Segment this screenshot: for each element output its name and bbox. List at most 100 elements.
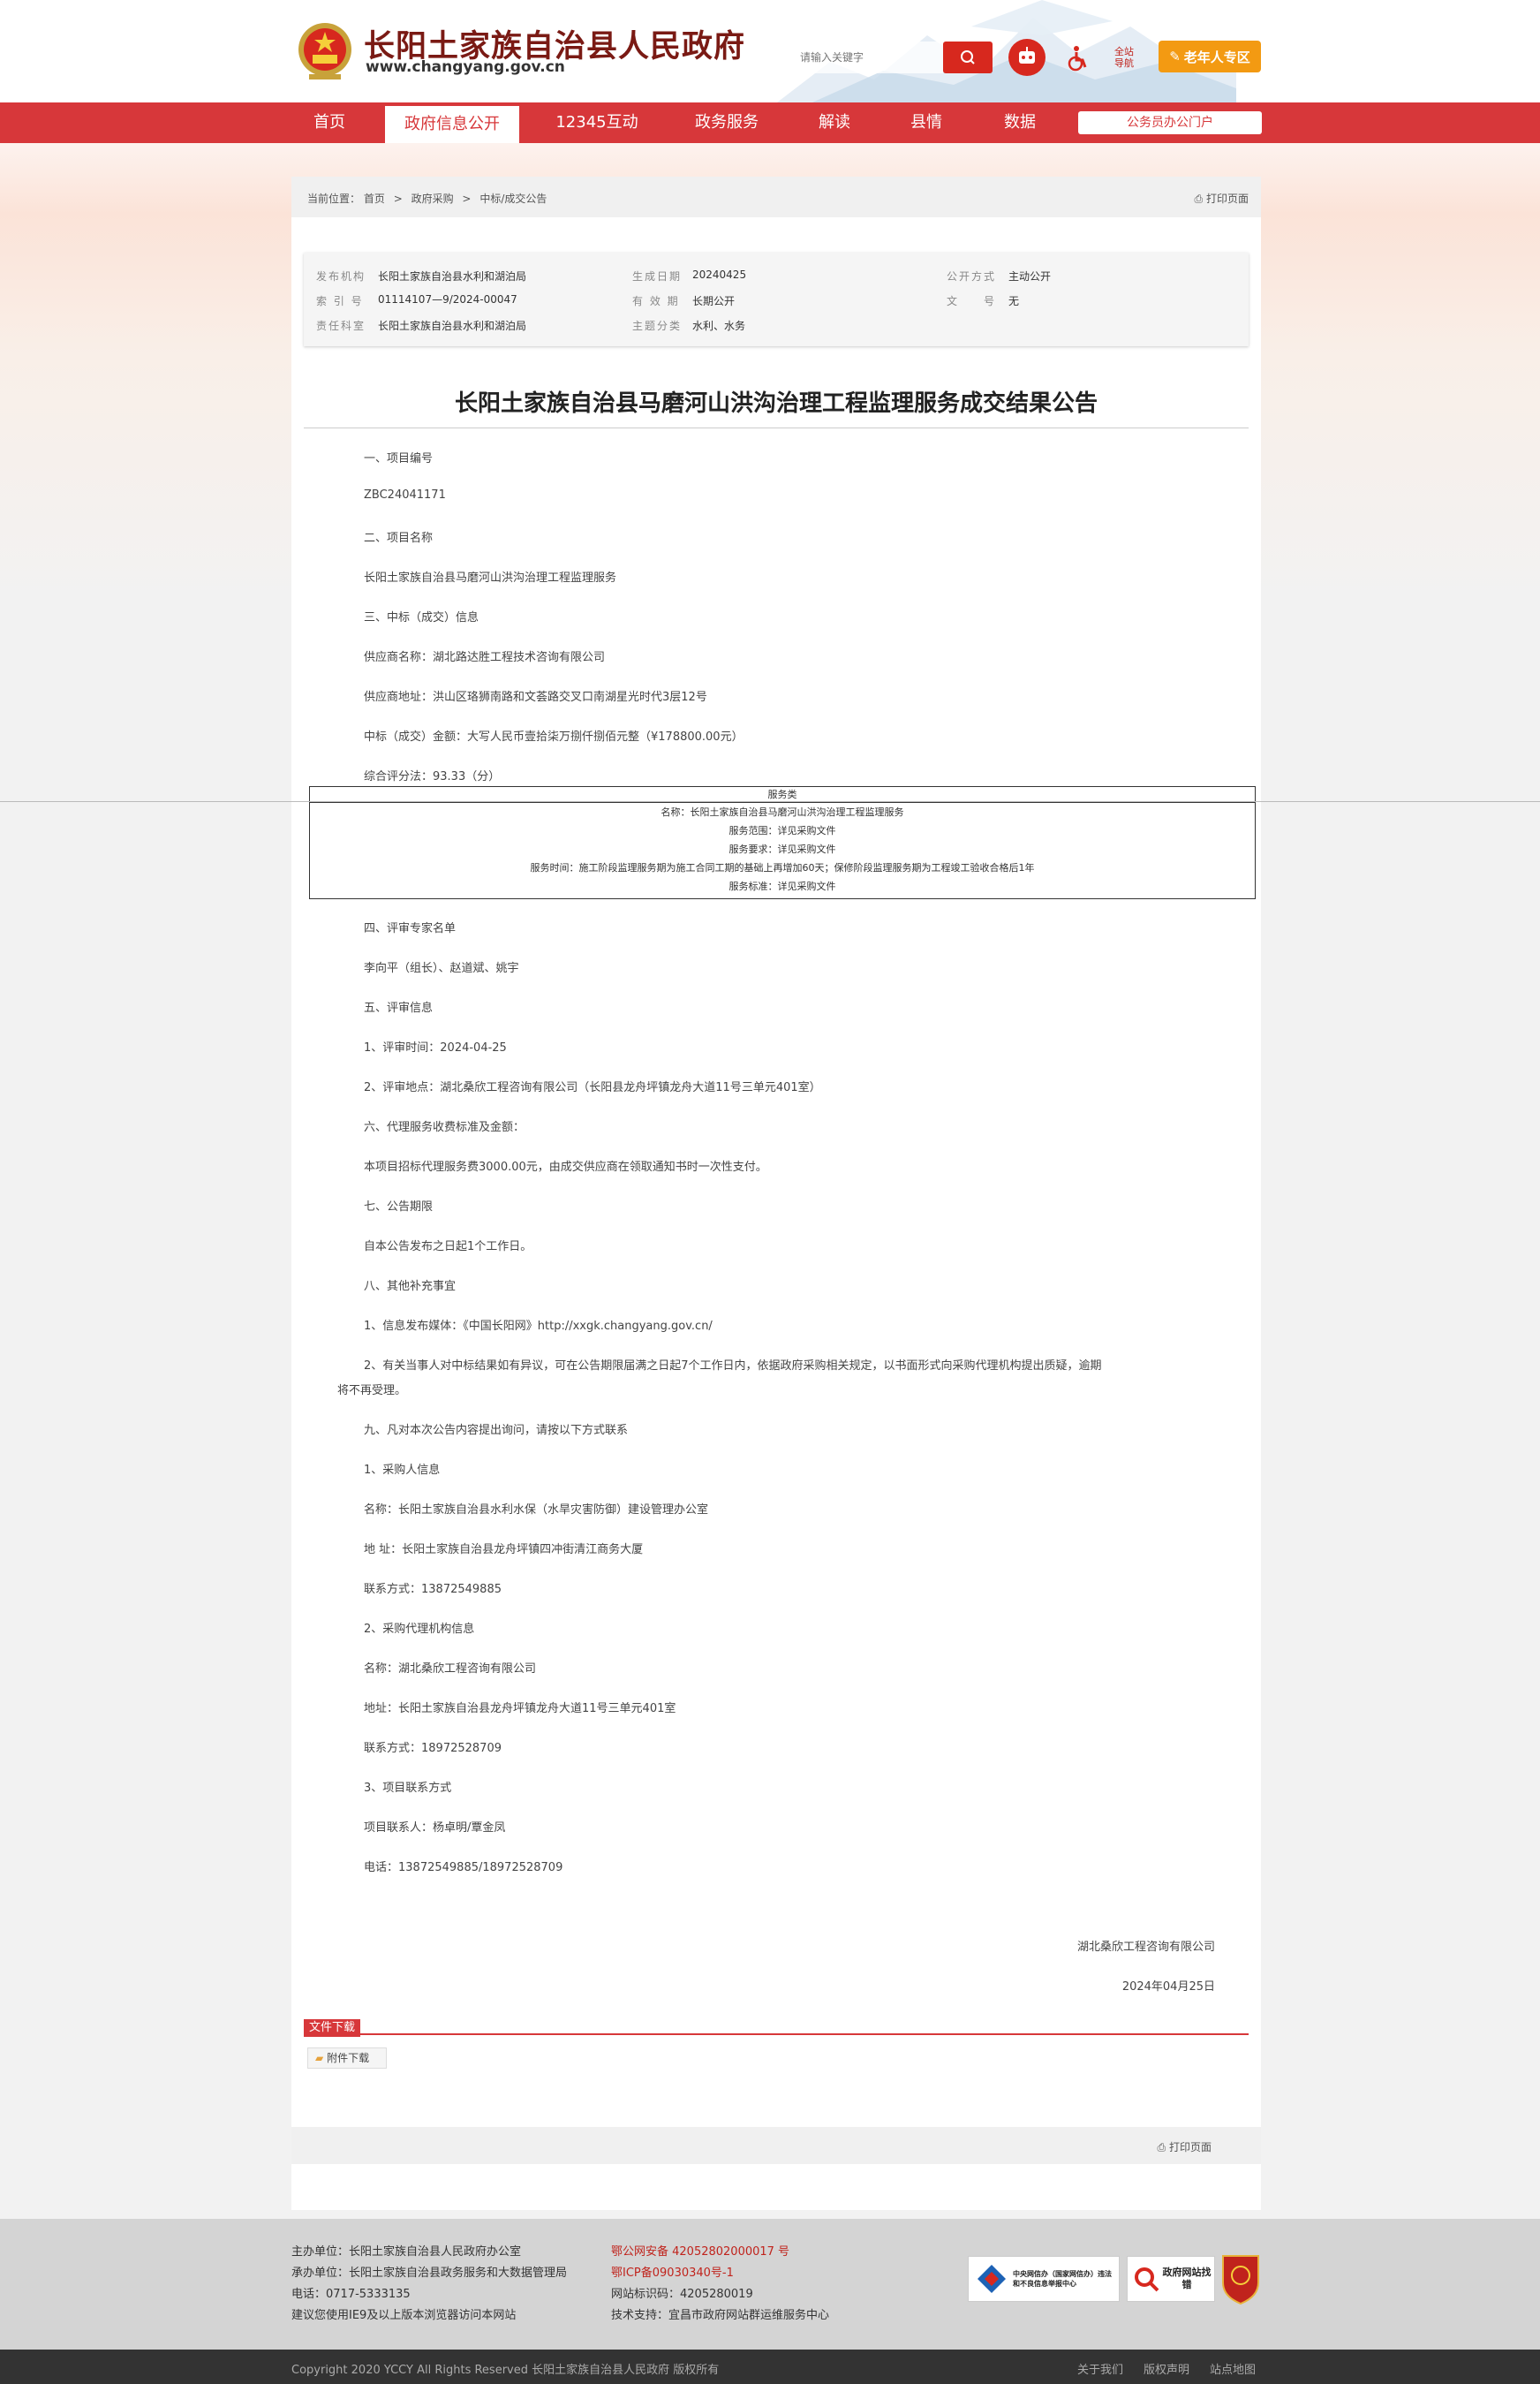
meta-publisher: 长阳土家族自治县水利和湖泊局 xyxy=(378,270,527,283)
meta-dept-label: 责任科室 xyxy=(316,320,366,332)
objection-note: 2、有关当事人对中标结果如有异议，可在公告期限届满之日起7个工作日内，依据政府采… xyxy=(364,1359,1102,1373)
publish-media: 1、信息发布媒体：《中国长阳网》http://xxgk.changyang.go… xyxy=(364,1320,713,1333)
party-shield-icon[interactable] xyxy=(1220,2252,1261,2305)
download-header: 文件下载 xyxy=(304,2019,361,2037)
breadcrumb-procurement[interactable]: 政府采购 xyxy=(411,193,454,205)
site-header: 长阳土家族自治县人民政府 www.changyang.gov.cn 全站导航 ✎… xyxy=(0,0,1540,102)
agency-fee: 本项目招标代理服务费3000.00元，由成交供应商在领取通知书时一次性支付。 xyxy=(364,1161,767,1174)
attachment-label: 附件下载 xyxy=(327,2052,370,2064)
agent-phone: 联系方式：18972528709 xyxy=(364,1742,502,1755)
gov-site-error-label: 政府网站找错 xyxy=(1162,2267,1212,2290)
footer-tel: 电话：0717-5333135 xyxy=(291,2288,411,2301)
supplier-address: 供应商地址：洪山区珞狮南路和文荟路交叉口南湖星光时代3层12号 xyxy=(364,691,707,704)
announcement-period: 自本公告发布之日起1个工作日。 xyxy=(364,1240,532,1253)
report-center-badge[interactable]: 中央网信办（国家网信办）违法和不良信息举报中心 xyxy=(968,2256,1120,2302)
evaluation-score: 综合评分法：93.33（分） xyxy=(364,770,501,783)
horizontal-rule xyxy=(0,801,1540,802)
wheelchair-icon xyxy=(1068,46,1087,72)
gov-site-error-badge[interactable]: 政府网站找错 xyxy=(1127,2256,1215,2302)
robot-icon xyxy=(1019,47,1035,64)
meta-topic: 水利、水务 xyxy=(692,320,746,332)
print-page-link-top[interactable]: ⎙ 打印页面 xyxy=(1195,191,1249,206)
service-table-row: 名称：长阳土家族自治县马磨河山洪沟治理工程监理服务 xyxy=(661,806,904,818)
magnifier-icon xyxy=(1135,2267,1159,2292)
service-table-row: 服务要求：详见采购文件 xyxy=(728,844,836,855)
buyer-name: 名称：长阳土家族自治县水利水保（水旱灾害防御）建设管理办公室 xyxy=(364,1503,709,1517)
buyer-address: 地 址：长阳土家族自治县龙舟坪镇四冲街清江商务大厦 xyxy=(364,1543,644,1556)
section-heading: 六、代理服务收费标准及金额： xyxy=(364,1121,525,1134)
main-nav: 首页 政府信息公开 12345互动 政务服务 解读 县情 数据 公务员办公门户 xyxy=(0,102,1540,143)
footer-about-link[interactable]: 关于我们 xyxy=(1077,2360,1123,2377)
civil-servant-portal-button[interactable]: 公务员办公门户 xyxy=(1078,111,1262,134)
expert-list: 李向平（组长）、赵道斌、姚宇 xyxy=(364,962,519,975)
section-heading: 二、项目名称 xyxy=(364,532,434,545)
section-heading: 九、凡对本次公告内容提出询问，请按以下方式联系 xyxy=(364,1424,629,1437)
report-center-label: 中央网信办（国家网信办）违法和不良信息举报中心 xyxy=(1013,2270,1112,2288)
folder-icon: ▰ xyxy=(315,2052,324,2064)
robot-assistant-button[interactable] xyxy=(1008,39,1046,76)
agent-name: 名称：湖北桑欣工程咨询有限公司 xyxy=(364,1662,537,1676)
meta-date: 20240425 xyxy=(692,269,747,281)
search-button[interactable] xyxy=(943,42,993,73)
signature-date: 2024年04月25日 xyxy=(1121,1980,1215,1994)
elder-zone-button[interactable]: ✎ 老年人专区 xyxy=(1159,41,1261,72)
footer-copyright-link[interactable]: 版权声明 xyxy=(1144,2360,1189,2377)
breadcrumb: 当前位置： 首页 > 政府采购 > 中标/成交公告 ⎙ 打印页面 xyxy=(291,177,1261,217)
breadcrumb-current[interactable]: 中标/成交公告 xyxy=(479,193,547,205)
nav-item-gov-info[interactable]: 政府信息公开 xyxy=(385,106,519,143)
contact-phone: 电话：13872549885/18972528709 xyxy=(364,1861,563,1874)
nav-item-12345[interactable]: 12345互动 xyxy=(544,102,650,143)
footer-icp[interactable]: 鄂ICP备09030340号-1 xyxy=(611,2263,734,2280)
full-site-nav-link[interactable]: 全站导航 xyxy=(1111,46,1137,69)
meta-index: 01114107—9/2024-00047 xyxy=(378,293,517,306)
footer-host: 主办单位：长阳土家族自治县人民政府办公室 xyxy=(291,2245,522,2259)
national-emblem-icon xyxy=(298,23,351,79)
content-panel: 发布机构 长阳土家族自治县水利和湖泊局 生成日期 20240425 公开方式 主… xyxy=(291,217,1261,2210)
section-heading: 三、中标（成交）信息 xyxy=(364,611,479,624)
metadata-box: 发布机构 长阳土家族自治县水利和湖泊局 生成日期 20240425 公开方式 主… xyxy=(304,253,1249,346)
nav-item-gov-service[interactable]: 政务服务 xyxy=(678,102,775,143)
nav-item-home[interactable]: 首页 xyxy=(293,102,366,143)
meta-mode: 主动公开 xyxy=(1008,270,1052,283)
nav-item-data[interactable]: 数据 xyxy=(985,102,1054,143)
nav-item-county[interactable]: 县情 xyxy=(892,102,961,143)
buyer-phone: 联系方式：13872549885 xyxy=(364,1583,502,1596)
elder-icon: ✎ xyxy=(1169,49,1181,64)
footer-browser-note: 建议您使用IE9及以上版本浏览器访问本网站 xyxy=(291,2309,517,2322)
award-amount: 中标（成交）金额：大写人民币壹拾柒万捌仟捌佰元整（¥178800.00元） xyxy=(364,730,744,744)
section-heading: 一、项目编号 xyxy=(364,452,434,465)
breadcrumb-sep: > xyxy=(462,193,472,205)
footer-sitemap-link[interactable]: 站点地图 xyxy=(1210,2360,1256,2377)
buyer-heading: 1、采购人信息 xyxy=(364,1464,441,1477)
meta-mode-label: 公开方式 xyxy=(947,270,997,283)
print-page-link-bottom[interactable]: ⎙ 打印页面 xyxy=(1158,2139,1212,2154)
section-heading: 五、评审信息 xyxy=(364,1002,434,1015)
footer-organizer: 承办单位：长阳土家族自治县政务服务和大数据管理局 xyxy=(291,2267,568,2280)
footer-police-record[interactable]: 鄂公网安备 42052802000017 号 xyxy=(611,2242,789,2259)
review-place: 2、评审地点：湖北桑欣工程咨询有限公司（长阳县龙舟坪镇龙舟大道11号三单元401… xyxy=(364,1081,821,1094)
breadcrumb-home[interactable]: 首页 xyxy=(364,193,385,205)
breadcrumb-sep: > xyxy=(393,193,403,205)
bottom-print-bar: ⎙ 打印页面 xyxy=(291,2127,1261,2164)
download-section: 文件下载 xyxy=(304,2017,1249,2037)
service-table-row: 服务标准：详见采购文件 xyxy=(728,881,836,892)
project-number: ZBC24041171 xyxy=(364,488,446,502)
attachment-download-button[interactable]: ▰ 附件下载 xyxy=(307,2047,387,2069)
breadcrumb-trail: 当前位置： 首页 > 政府采购 > 中标/成交公告 xyxy=(307,191,547,206)
service-table-row: 服务时间：施工阶段监理服务期为施工合同工期的基础上再增加60天；保修阶段监理服务… xyxy=(530,862,1035,874)
agent-heading: 2、采购代理机构信息 xyxy=(364,1623,475,1636)
footer-tech-support: 技术支持：宜昌市政府网站群运维服务中心 xyxy=(611,2309,830,2322)
section-heading: 七、公告期限 xyxy=(364,1200,434,1214)
site-url: www.changyang.gov.cn xyxy=(366,58,565,76)
signature-org: 湖北桑欣工程咨询有限公司 xyxy=(1076,1941,1215,1954)
meta-dept: 长阳土家族自治县水利和湖泊局 xyxy=(378,320,527,332)
elder-label: 老年人专区 xyxy=(1183,49,1250,65)
search-input[interactable] xyxy=(793,42,943,73)
agent-address: 地址：长阳土家族自治县龙舟坪镇龙舟大道11号三单元401室 xyxy=(364,1702,676,1715)
accessibility-button[interactable] xyxy=(1060,41,1095,76)
breadcrumb-label: 当前位置： xyxy=(307,193,361,205)
nav-item-interpret[interactable]: 解读 xyxy=(800,102,869,143)
service-table-row: 服务范围：详见采购文件 xyxy=(728,825,836,836)
section-heading: 八、其他补充事宜 xyxy=(364,1280,457,1293)
objection-note-cont: 将不再受理。 xyxy=(337,1384,407,1397)
